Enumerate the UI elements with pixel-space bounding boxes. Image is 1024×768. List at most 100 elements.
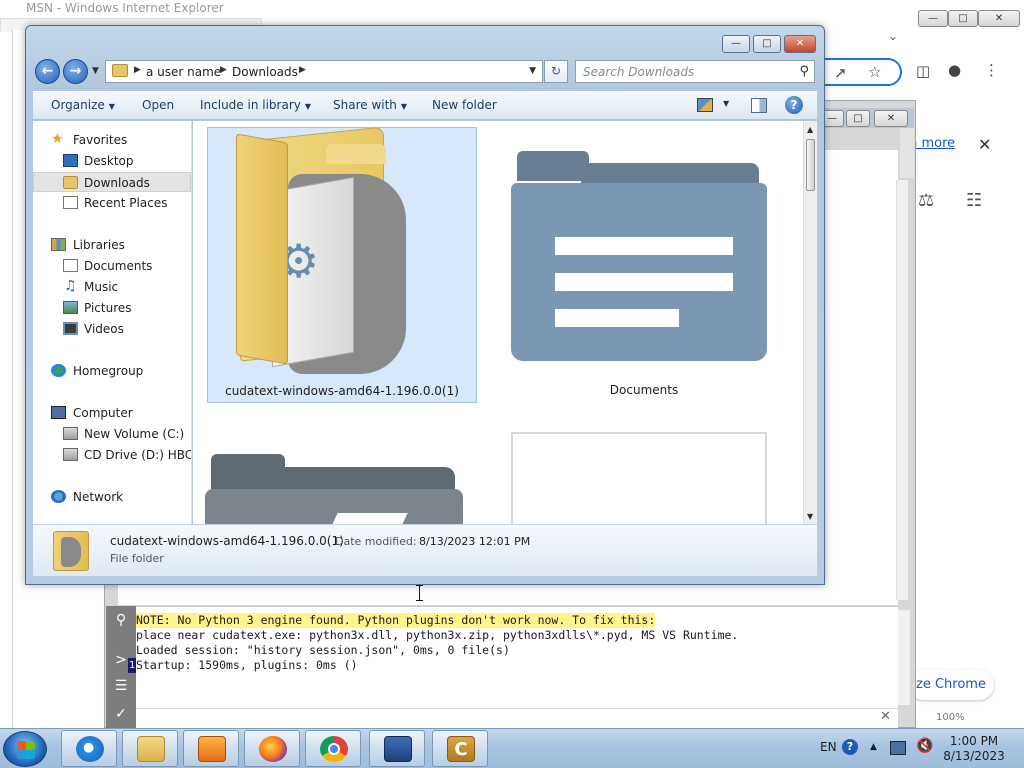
refresh-button[interactable]: ↻ — [544, 60, 568, 83]
breadcrumb-separator-icon[interactable]: ▶ — [134, 65, 141, 75]
remote-desktop-icon — [384, 736, 412, 762]
check-icon[interactable]: ✓ — [106, 706, 136, 722]
include-in-library-button[interactable]: Include in library ▼ — [200, 98, 311, 112]
nav-desktop[interactable]: Desktop — [33, 151, 191, 171]
ie-window-title: MSN - Windows Internet Explorer — [26, 1, 224, 15]
help-icon[interactable]: ? — [785, 96, 803, 114]
explorer-close-button[interactable]: ✕ — [784, 35, 816, 53]
list-icon[interactable]: ☰ — [106, 678, 136, 694]
folder-tile-cudatext[interactable]: ⚙ cudatext-windows-amd64-1.196.0.0(1) — [207, 126, 477, 403]
open-button[interactable]: Open — [142, 98, 174, 112]
recent-pages-chevron-icon[interactable]: ▼ — [92, 66, 99, 76]
nav-libraries[interactable]: Libraries — [33, 235, 191, 255]
details-item-name: cudatext-windows-amd64-1.196.0.0(1) — [110, 534, 344, 548]
breadcrumb-separator-icon[interactable]: ▶ — [220, 65, 227, 75]
profile-avatar-icon[interactable]: ● — [948, 62, 961, 78]
cudatext-console-scrollbar[interactable] — [898, 610, 910, 705]
nav-downloads[interactable]: Downloads — [33, 172, 191, 192]
nav-videos[interactable]: Videos — [33, 319, 191, 339]
chevron-down-icon: ▼ — [400, 102, 408, 111]
taskbar-internet-explorer[interactable] — [61, 730, 117, 767]
clock[interactable]: 1:00 PM 8/13/2023 — [936, 734, 1012, 764]
cudatext-editor-scrollbar[interactable] — [896, 180, 908, 600]
search-icon[interactable]: ⚲ — [106, 612, 136, 628]
volume-muted-icon[interactable]: 🔇 — [916, 738, 933, 754]
nav-videos-label: Videos — [84, 322, 124, 336]
breadcrumb-downloads[interactable]: Downloads — [232, 65, 298, 79]
close-icon[interactable]: ✕ — [880, 709, 891, 724]
scrollbar-thumb[interactable] — [806, 139, 815, 191]
file-view[interactable]: ⚙ cudatext-windows-amd64-1.196.0.0(1) Do… — [193, 121, 803, 524]
taskbar-file-explorer[interactable] — [122, 730, 178, 767]
file-view-scrollbar[interactable]: ▲ ▼ — [803, 121, 817, 524]
explorer-maximize-button[interactable]: □ — [753, 35, 781, 53]
bookmark-star-icon[interactable]: ☆ — [868, 64, 881, 80]
nav-cd-drive[interactable]: CD Drive (D:) HBCD_ — [33, 445, 191, 465]
change-view-icon[interactable] — [697, 98, 713, 112]
explorer-minimize-button[interactable]: — — [722, 35, 750, 53]
cudatext-console-input[interactable] — [136, 708, 898, 728]
scroll-down-icon[interactable]: ▼ — [807, 512, 813, 521]
taskbar-cudatext[interactable]: C — [432, 730, 488, 767]
labs-flask-icon[interactable]: ⚖ — [918, 190, 934, 211]
windows-start-icon[interactable] — [3, 731, 47, 767]
file-tile-thumbnail[interactable] — [511, 432, 767, 524]
search-box[interactable]: ⚲ — [575, 60, 815, 83]
nav-computer[interactable]: Computer — [33, 403, 191, 423]
show-hidden-icons-icon[interactable]: ▲ — [870, 742, 877, 752]
taskbar-chrome[interactable] — [305, 730, 361, 767]
nav-documents[interactable]: Documents — [33, 256, 191, 276]
breadcrumb-separator-icon[interactable]: ▶ — [299, 65, 306, 75]
nav-network[interactable]: Network — [33, 487, 191, 507]
document-line-shape — [555, 237, 733, 255]
ie-minimize-button[interactable]: — — [918, 10, 948, 27]
network-status-icon[interactable] — [890, 741, 906, 755]
cudatext-close-button[interactable]: ✕ — [874, 110, 908, 127]
side-panel-icon[interactable]: ◫ — [916, 63, 930, 79]
chevron-down-icon[interactable]: ▼ — [723, 99, 729, 108]
scroll-up-icon[interactable]: ▲ — [807, 125, 813, 134]
folder-tile-documents[interactable]: Documents — [509, 127, 779, 403]
preview-pane-icon[interactable] — [751, 98, 767, 113]
new-folder-button[interactable]: New folder — [432, 98, 497, 112]
search-input[interactable] — [576, 61, 790, 82]
help-icon[interactable]: ? — [842, 739, 858, 755]
taskbar-media-player[interactable] — [183, 730, 239, 767]
cudatext-maximize-button[interactable]: □ — [846, 110, 870, 127]
chrome-omnibox[interactable]: ↗ ☆ — [820, 58, 902, 86]
chrome-menu-icon[interactable]: ⋮ — [984, 62, 999, 78]
share-with-button[interactable]: Share with ▼ — [333, 98, 407, 112]
nav-homegroup[interactable]: Homegroup — [33, 361, 191, 381]
close-icon[interactable]: ✕ — [978, 135, 991, 154]
nav-documents-label: Documents — [84, 259, 153, 273]
documents-folder-icon — [511, 183, 767, 361]
chevron-down-icon[interactable]: ⌄ — [888, 28, 898, 44]
search-icon[interactable]: ⚲ — [799, 64, 809, 79]
ie-maximize-button[interactable]: □ — [948, 10, 978, 27]
address-bar[interactable]: ▶ a user name ▶ Downloads ▶ ▼ — [105, 60, 543, 83]
recent-places-icon — [63, 196, 78, 209]
back-button[interactable]: ← — [35, 59, 60, 84]
apps-grid-icon[interactable]: ☷ — [966, 190, 982, 211]
language-indicator[interactable]: EN — [820, 740, 837, 754]
nav-new-volume[interactable]: New Volume (C:) — [33, 424, 191, 444]
nav-pictures[interactable]: Pictures — [33, 298, 191, 318]
nav-music[interactable]: ♫ Music — [33, 277, 191, 297]
breadcrumb-user[interactable]: a user name — [146, 65, 221, 79]
share-icon[interactable]: ↗ — [834, 65, 847, 81]
network-icon — [51, 490, 66, 503]
address-dropdown-icon[interactable]: ▼ — [529, 66, 536, 76]
nav-recent-places[interactable]: Recent Places — [33, 193, 191, 213]
forward-button[interactable]: → — [63, 59, 88, 84]
nav-favorites[interactable]: ★ Favorites — [33, 130, 191, 150]
file-explorer-icon — [137, 736, 165, 762]
taskbar-firefox[interactable] — [244, 730, 300, 767]
folder-name: cudatext-windows-amd64-1.196.0.0(1) — [225, 384, 459, 398]
nav-libraries-label: Libraries — [73, 238, 125, 252]
details-modified-value: 8/13/2023 12:01 PM — [419, 535, 531, 548]
customize-chrome-button[interactable]: ze Chrome — [908, 670, 994, 700]
cudatext-console-output: NOTE: No Python 3 engine found. Python p… — [128, 606, 898, 708]
organize-button[interactable]: Organize ▼ — [51, 98, 115, 112]
taskbar-remote-desktop[interactable] — [369, 730, 425, 767]
ie-close-button[interactable]: ✕ — [978, 10, 1020, 27]
